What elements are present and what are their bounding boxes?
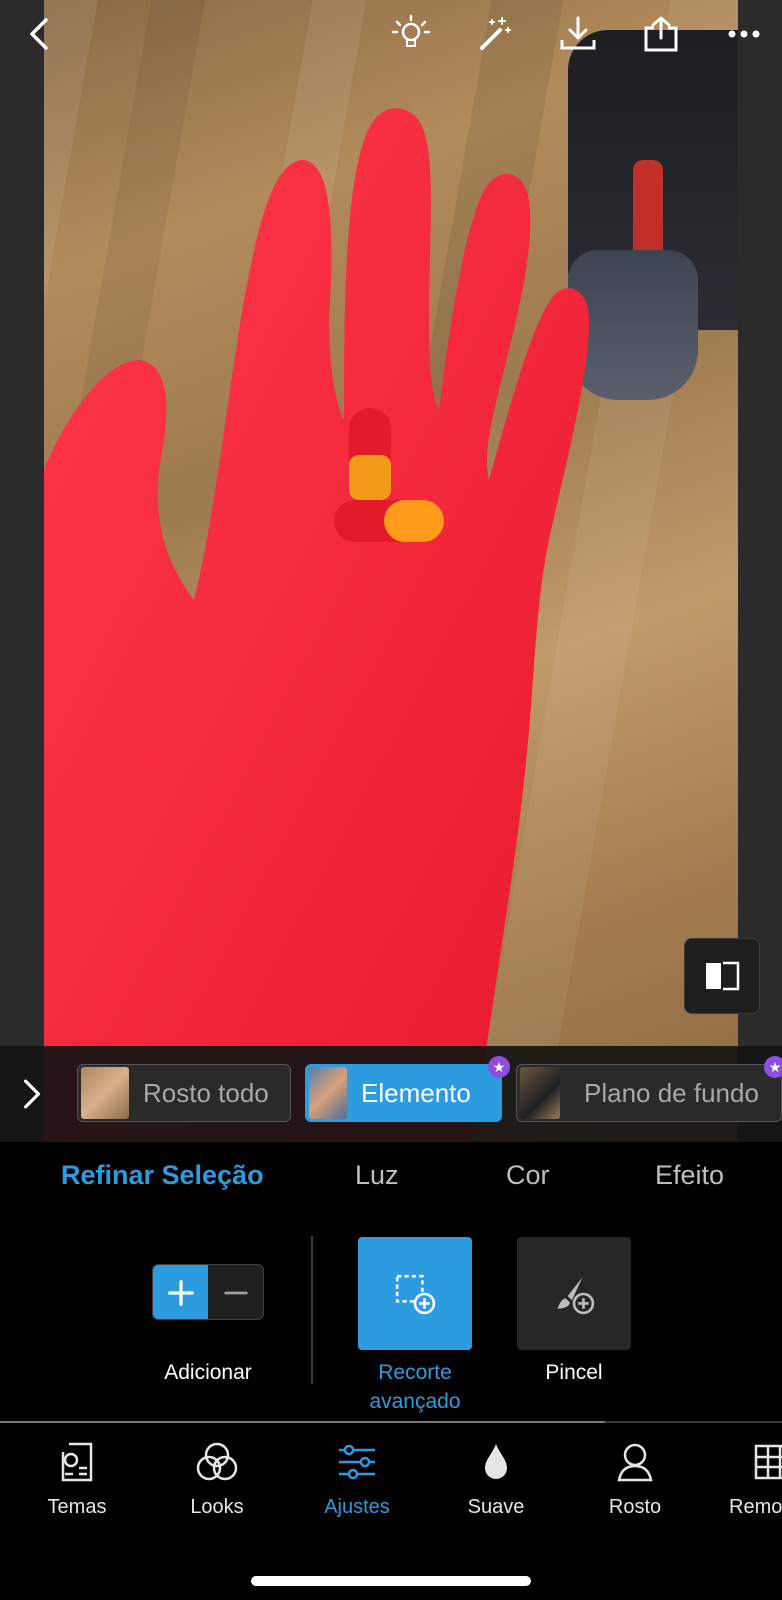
grid-icon: [754, 1444, 782, 1480]
recorte-avancado-label: Recorte avançado: [369, 1361, 461, 1413]
tab-refinar-selecao[interactable]: Refinar Seleção: [61, 1160, 264, 1191]
tab-cor[interactable]: Cor: [506, 1160, 550, 1191]
back-button[interactable]: [16, 10, 64, 58]
nav-label: Remo: [729, 1496, 782, 1518]
premium-star-icon: ★: [764, 1056, 782, 1078]
download-button[interactable]: [554, 10, 602, 58]
looks-icon: [196, 1442, 238, 1481]
themes-icon: [61, 1442, 93, 1482]
sliders-icon: [339, 1444, 375, 1480]
hand-selection-mask: [44, 108, 589, 1142]
nav-label: Suave: [467, 1496, 525, 1518]
chip-thumbnail: [309, 1067, 347, 1119]
magic-wand-button[interactable]: [470, 10, 518, 58]
drop-icon: [485, 1444, 507, 1479]
chip-elemento[interactable]: Elemento: [305, 1064, 502, 1122]
nav-rosto[interactable]: Rosto: [575, 1440, 695, 1519]
more-button[interactable]: [720, 10, 768, 58]
auto-enhance-button[interactable]: [387, 10, 435, 58]
photo: [44, 0, 738, 1142]
compare-icon: [706, 961, 740, 991]
tab-efeito[interactable]: Efeito: [655, 1160, 724, 1191]
pincel-button[interactable]: [517, 1237, 631, 1350]
nav-looks[interactable]: Looks: [157, 1440, 277, 1519]
tab-luz[interactable]: Luz: [355, 1160, 399, 1191]
chip-rosto-todo[interactable]: Rosto todo: [77, 1064, 291, 1122]
premium-star-icon: ★: [488, 1056, 510, 1078]
chip-thumbnail: [520, 1067, 560, 1119]
nav-remover[interactable]: Remo: [712, 1440, 782, 1519]
plus-icon: [167, 1280, 194, 1306]
add-mode-button[interactable]: [153, 1265, 208, 1319]
chevron-right-icon: [23, 1079, 41, 1109]
photo-canvas[interactable]: [0, 0, 782, 1142]
recorte-avancado-button[interactable]: [358, 1237, 472, 1350]
lightbulb-icon: [391, 14, 431, 47]
chip-label: Elemento: [361, 1077, 471, 1108]
nav-label: Ajustes: [324, 1496, 390, 1518]
nav-temas[interactable]: Temas: [17, 1440, 137, 1519]
home-indicator: [251, 1576, 531, 1586]
tool-divider: [311, 1236, 313, 1384]
share-icon: [644, 16, 678, 52]
chip-label: Rosto todo: [143, 1077, 269, 1108]
compare-button[interactable]: [684, 938, 760, 1014]
nav-suave[interactable]: Suave: [436, 1440, 556, 1519]
marquee-add-icon: [395, 1274, 436, 1314]
pincel-label: Pincel: [545, 1361, 603, 1384]
chip-thumbnail: [81, 1067, 129, 1119]
subtract-mode-button[interactable]: [208, 1265, 263, 1319]
face-icon: [617, 1443, 653, 1482]
brush-add-icon: [557, 1276, 595, 1314]
add-label: Adicionar: [164, 1361, 252, 1384]
nav-label: Temas: [47, 1496, 107, 1518]
expand-strip-button[interactable]: [14, 1074, 50, 1114]
nav-label: Rosto: [608, 1496, 662, 1518]
add-subtract-toggle: [152, 1264, 264, 1320]
nav-scroll-indicator: [0, 1421, 605, 1423]
chevron-left-icon: [30, 18, 48, 50]
share-button[interactable]: [637, 10, 685, 58]
minus-icon: [223, 1291, 248, 1295]
download-icon: [560, 16, 596, 50]
nav-ajustes[interactable]: Ajustes: [297, 1440, 417, 1519]
nav-label: Looks: [190, 1496, 244, 1518]
chip-plano-de-fundo[interactable]: Plano de fundo: [516, 1064, 782, 1122]
more-icon: [728, 30, 760, 38]
chip-label: Plano de fundo: [584, 1077, 759, 1108]
magic-wand-icon: [480, 17, 511, 50]
